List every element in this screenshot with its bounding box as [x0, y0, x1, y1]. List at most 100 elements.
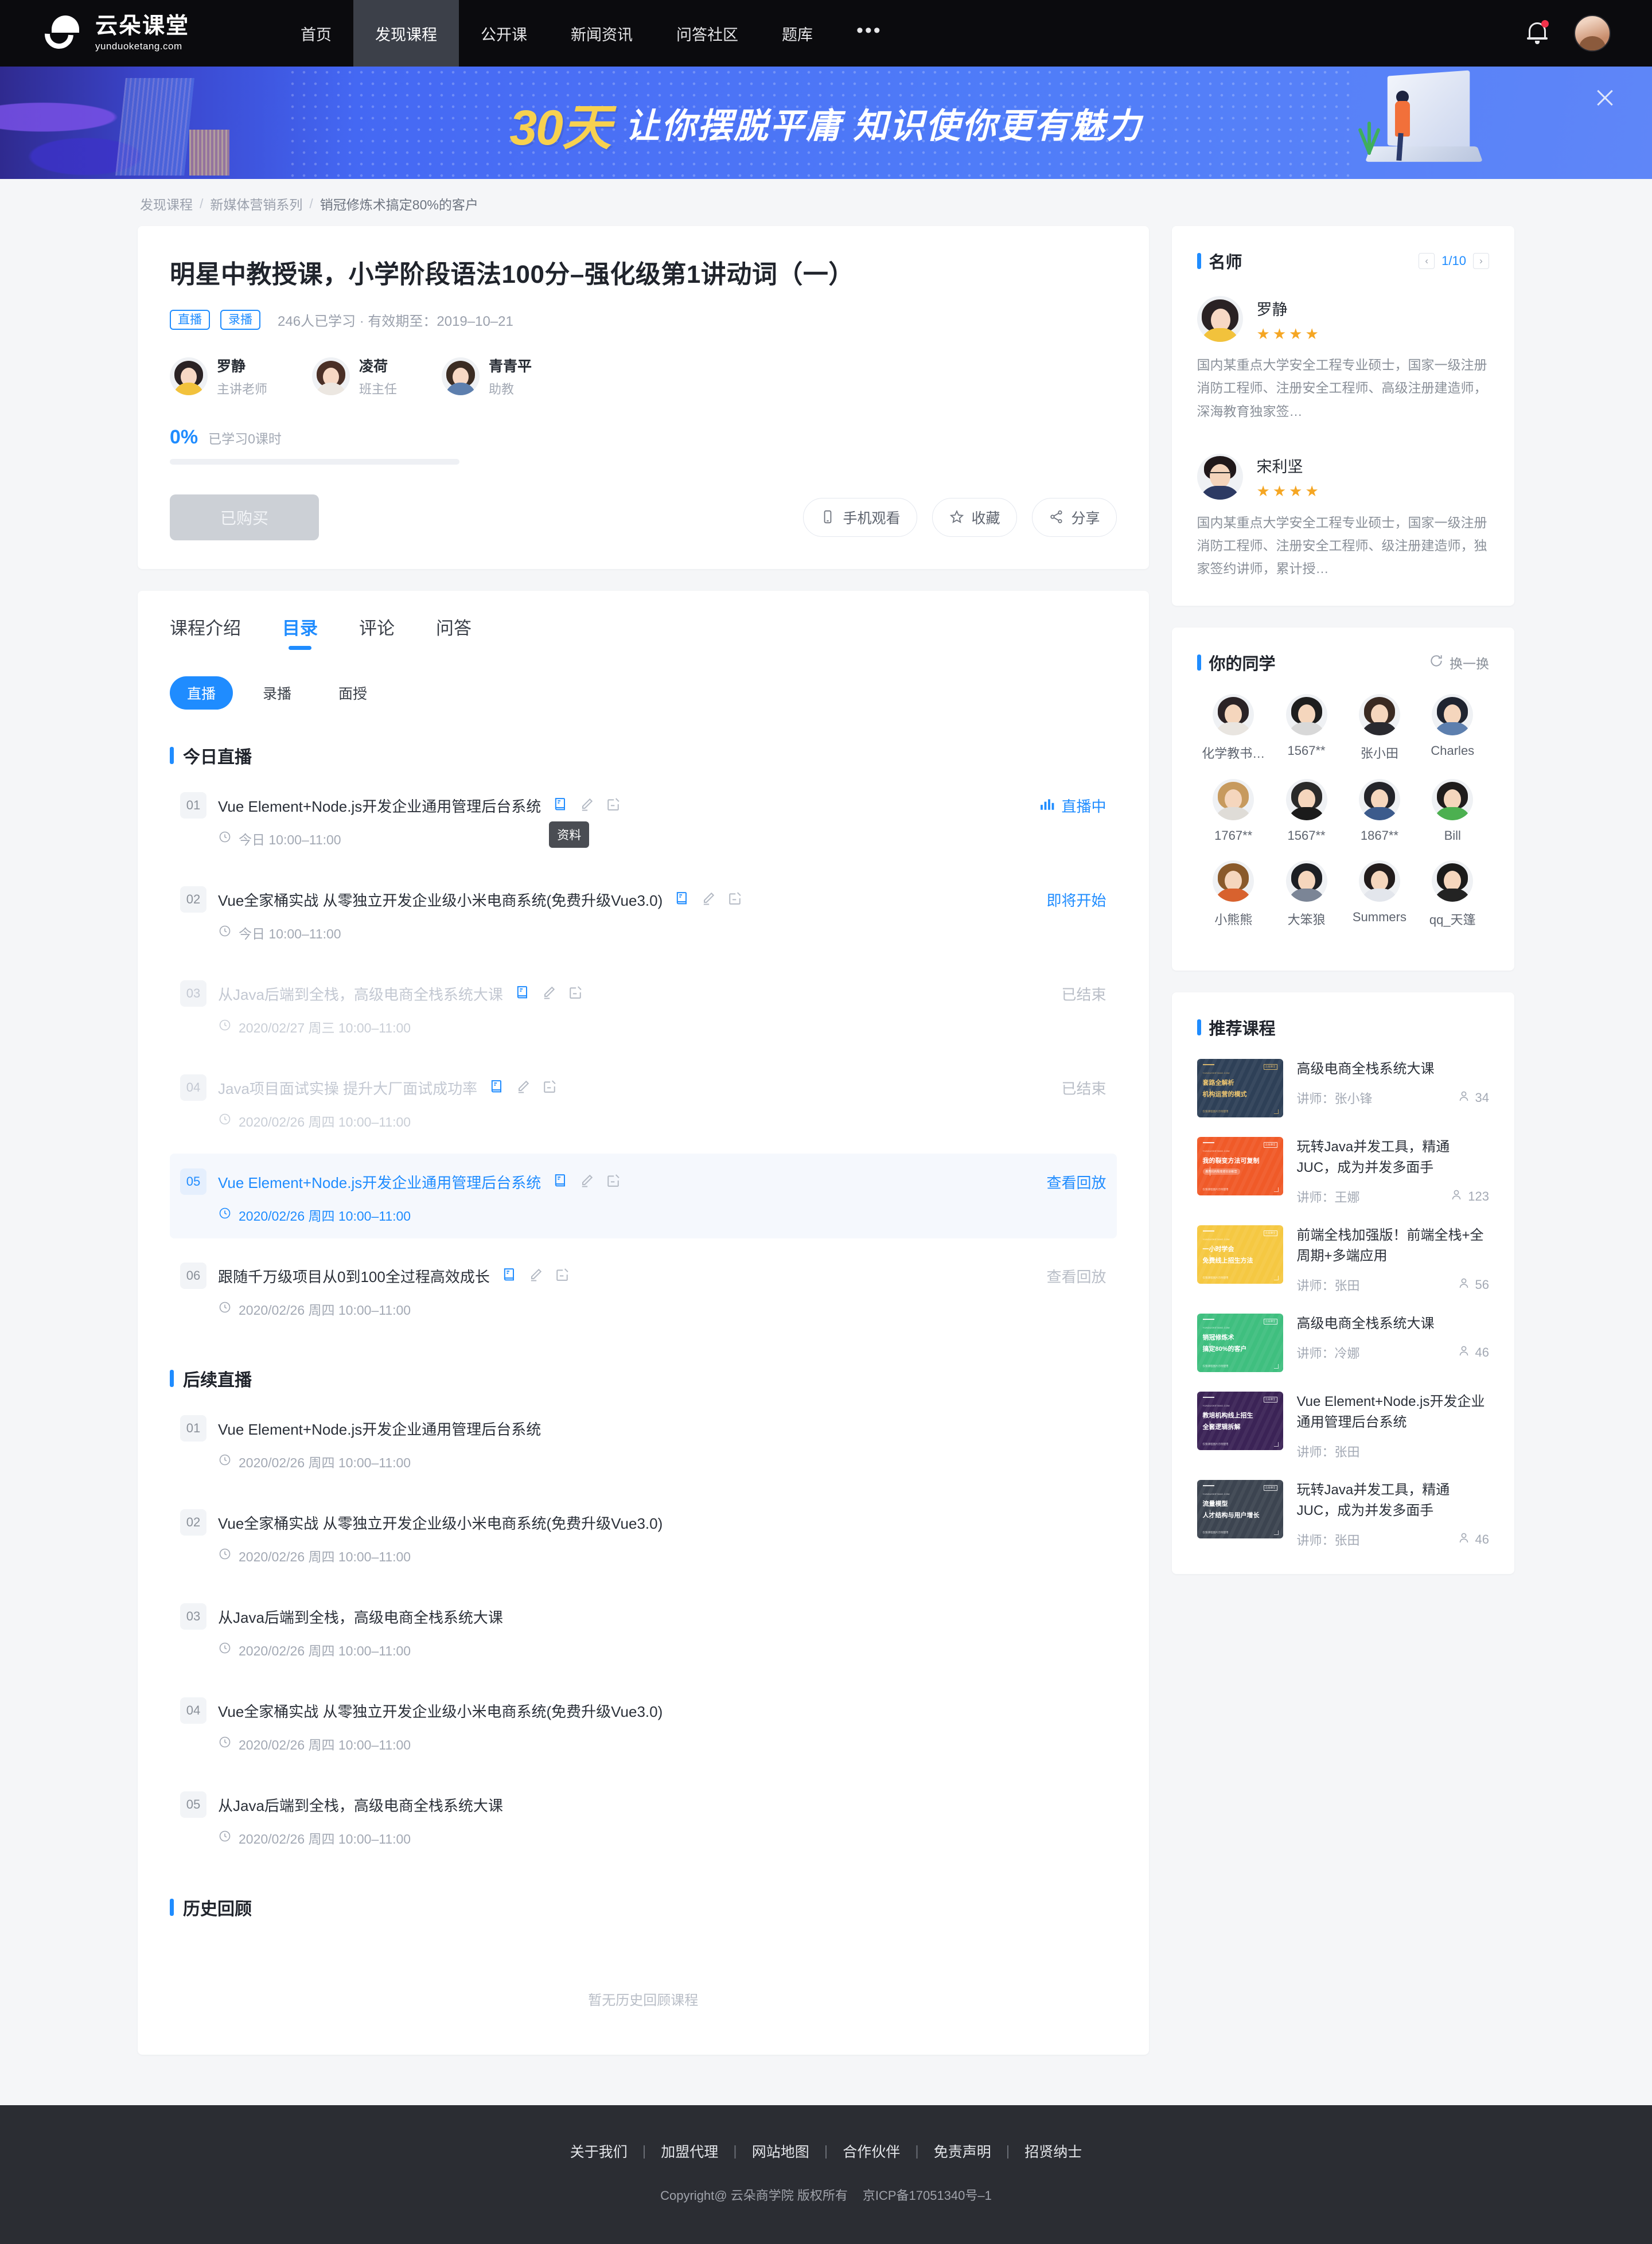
subtab-live[interactable]: 直播 [170, 676, 233, 710]
lesson-status[interactable]: 已结束 [1062, 983, 1106, 1004]
classmate-item[interactable]: qq_天篷 [1416, 860, 1489, 928]
lesson-status[interactable]: 查看回放 [1047, 1265, 1106, 1287]
recommended-course-title[interactable]: 玩转Java并发工具，精通JUC，成为并发多面手 [1297, 1137, 1489, 1178]
recommended-course-item[interactable]: YUNDUOKETANG.COM 云朵课堂 流量模型 人才结构与用户增长 仅限课… [1197, 1479, 1489, 1549]
classmate-item[interactable]: 小熊熊 [1197, 860, 1270, 928]
teacher-item[interactable]: 罗静 主讲老师 [170, 355, 267, 398]
lesson-name[interactable]: Vue Element+Node.js开发企业通用管理后台系统 [218, 1171, 541, 1193]
breadcrumb-item-2[interactable]: 新媒体营销系列 [210, 194, 302, 213]
lesson-status[interactable]: 即将开始 [1047, 889, 1106, 910]
nav-item-home[interactable]: 首页 [279, 0, 353, 67]
pencil-icon[interactable] [515, 1078, 531, 1097]
note-edit-icon[interactable] [605, 1172, 621, 1191]
book-icon[interactable] [674, 890, 690, 909]
lesson-name[interactable]: 从Java后端到全栈，高级电商全栈系统大课 [218, 983, 503, 1004]
lesson-status[interactable]: 已结束 [1062, 1077, 1106, 1098]
recommended-course-title[interactable]: Vue Element+Node.js开发企业通用管理后台系统 [1297, 1392, 1489, 1433]
favorite-button[interactable]: 收藏 [932, 498, 1017, 537]
refresh-classmates-button[interactable]: 换一换 [1429, 653, 1489, 672]
promo-banner[interactable]: 30天 让你摆脱平庸 知识使你更有魅力 [0, 67, 1652, 179]
classmate-item[interactable]: 1767** [1197, 778, 1270, 843]
pencil-icon[interactable] [528, 1267, 544, 1285]
lesson-status[interactable]: 直播中 [1040, 795, 1106, 816]
recommended-course-item[interactable]: YUNDUOKETANG.COM 云朵课堂 销冠修炼术 搞定80%的客户 仅限课… [1197, 1313, 1489, 1372]
lesson-row[interactable]: 03 从Java后端到全栈，高级电商全栈系统大课 已结束 2020/02/27 … [170, 965, 1117, 1050]
chevron-left-icon[interactable]: ‹ [1419, 253, 1435, 269]
lesson-row[interactable]: 05 从Java后端到全栈，高级电商全栈系统大课 2020/02/26 周四 1… [170, 1776, 1117, 1861]
chevron-right-icon[interactable]: › [1473, 253, 1489, 269]
subtab-offline[interactable]: 面授 [321, 676, 384, 710]
lesson-name[interactable]: Java项目面试实操 提升大厂面试成功率 [218, 1077, 477, 1098]
classmate-item[interactable]: 张小田 [1343, 694, 1416, 762]
lesson-row[interactable]: 03 从Java后端到全栈，高级电商全栈系统大课 2020/02/26 周四 1… [170, 1588, 1117, 1673]
note-edit-icon[interactable] [605, 796, 621, 815]
pencil-icon[interactable] [700, 890, 716, 909]
tab-course-intro[interactable]: 课程介绍 [170, 614, 241, 650]
lesson-name[interactable]: 从Java后端到全栈，高级电商全栈系统大课 [218, 1794, 503, 1816]
lesson-name[interactable]: Vue Element+Node.js开发企业通用管理后台系统 [218, 1418, 541, 1439]
classmate-item[interactable]: Charles [1416, 694, 1489, 762]
classmate-item[interactable]: 1567** [1270, 778, 1343, 843]
note-edit-icon[interactable] [567, 984, 583, 1003]
lesson-row[interactable]: 02 Vue全家桶实战 从零独立开发企业级小米电商系统(免费升级Vue3.0) … [170, 871, 1117, 956]
tab-qa[interactable]: 问答 [436, 614, 472, 650]
teacher-item[interactable]: 青青平 助教 [442, 355, 532, 398]
recommended-course-item[interactable]: YUNDUOKETANG.COM 云朵课堂 教培机构线上招生 全套逻辑拆解 仅限… [1197, 1391, 1489, 1460]
footer-link[interactable]: 合作伙伴 [843, 2141, 900, 2161]
famous-teacher-item[interactable]: 宋利坚 ★ ★ ★ ★ [1197, 453, 1489, 500]
lesson-row[interactable]: 02 Vue全家桶实战 从零独立开发企业级小米电商系统(免费升级Vue3.0) … [170, 1494, 1117, 1579]
recommended-course-title[interactable]: 玩转Java并发工具，精通JUC，成为并发多面手 [1297, 1480, 1489, 1521]
footer-link[interactable]: 网站地图 [752, 2141, 809, 2161]
lesson-row[interactable]: 01 Vue Element+Node.js开发企业通用管理后台系统 资料 直播… [170, 777, 1117, 862]
pencil-icon[interactable] [541, 984, 557, 1003]
book-icon[interactable] [501, 1267, 517, 1285]
book-icon[interactable] [552, 796, 568, 815]
nav-item-news[interactable]: 新闻资讯 [549, 0, 654, 67]
lesson-row[interactable]: 04 Vue全家桶实战 从零独立开发企业级小米电商系统(免费升级Vue3.0) … [170, 1682, 1117, 1767]
watch-on-phone-button[interactable]: 手机观看 [803, 498, 917, 537]
nav-item-qa-community[interactable]: 问答社区 [654, 0, 760, 67]
lesson-name[interactable]: Vue全家桶实战 从零独立开发企业级小米电商系统(免费升级Vue3.0) [218, 1512, 663, 1533]
nav-more-button[interactable]: ••• [835, 0, 904, 67]
nav-item-discover-courses[interactable]: 发现课程 [353, 0, 459, 67]
book-icon[interactable] [489, 1078, 505, 1097]
footer-link[interactable]: 招贤纳士 [1024, 2141, 1082, 2161]
classmate-item[interactable]: Summers [1343, 860, 1416, 928]
tab-catalog[interactable]: 目录 [282, 614, 318, 650]
user-avatar[interactable] [1574, 15, 1611, 52]
close-icon[interactable] [1590, 83, 1620, 112]
lesson-name[interactable]: Vue Element+Node.js开发企业通用管理后台系统 [218, 795, 541, 816]
lesson-row[interactable]: 04 Java项目面试实操 提升大厂面试成功率 已结束 2020/02/26 周… [170, 1059, 1117, 1144]
tab-comments[interactable]: 评论 [359, 614, 395, 650]
recommended-course-title[interactable]: 高级电商全栈系统大课 [1297, 1059, 1489, 1080]
recommended-course-title[interactable]: 前端全栈加强版！前端全栈+全周期+多端应用 [1297, 1225, 1489, 1267]
note-edit-icon[interactable] [554, 1267, 570, 1285]
lesson-row[interactable]: 06 跟随千万级项目从0到100全过程高效成长 查看回放 2020/02/26 … [170, 1248, 1117, 1333]
teacher-item[interactable]: 凌荷 班主任 [312, 355, 397, 398]
pencil-icon[interactable] [579, 1172, 595, 1191]
purchased-button[interactable]: 已购买 [170, 494, 319, 540]
classmate-item[interactable]: 1867** [1343, 778, 1416, 843]
lesson-name[interactable]: Vue全家桶实战 从零独立开发企业级小米电商系统(免费升级Vue3.0) [218, 889, 663, 910]
nav-item-question-bank[interactable]: 题库 [760, 0, 835, 67]
classmate-item[interactable]: 化学教书… [1197, 694, 1270, 762]
lesson-name[interactable]: 从Java后端到全栈，高级电商全栈系统大课 [218, 1606, 503, 1627]
classmate-item[interactable]: 大笨狼 [1270, 860, 1343, 928]
note-edit-icon[interactable] [727, 890, 743, 909]
pencil-icon[interactable] [579, 796, 595, 815]
recommended-course-item[interactable]: YUNDUOKETANG.COM 云朵课堂 我的裂变方法可复制 教育机构裂变增长… [1197, 1136, 1489, 1206]
famous-teacher-item[interactable]: 罗静 ★ ★ ★ ★ [1197, 296, 1489, 342]
subtab-recorded[interactable]: 录播 [246, 676, 309, 710]
footer-link[interactable]: 免责声明 [934, 2141, 991, 2161]
notification-bell-icon[interactable] [1526, 20, 1549, 46]
classmate-item[interactable]: Bill [1416, 778, 1489, 843]
site-logo[interactable]: 云朵课堂 yunduoketang.com [38, 12, 279, 55]
recommended-course-title[interactable]: 高级电商全栈系统大课 [1297, 1314, 1489, 1334]
footer-link[interactable]: 加盟代理 [661, 2141, 718, 2161]
nav-item-open-class[interactable]: 公开课 [459, 0, 549, 67]
book-icon[interactable] [515, 984, 531, 1003]
share-button[interactable]: 分享 [1031, 498, 1117, 537]
recommended-course-item[interactable]: YUNDUOKETANG.COM 云朵课堂 套路全解析 机构运营的模式 仅限课程… [1197, 1058, 1489, 1117]
classmate-item[interactable]: 1567** [1270, 694, 1343, 762]
footer-link[interactable]: 关于我们 [570, 2141, 628, 2161]
